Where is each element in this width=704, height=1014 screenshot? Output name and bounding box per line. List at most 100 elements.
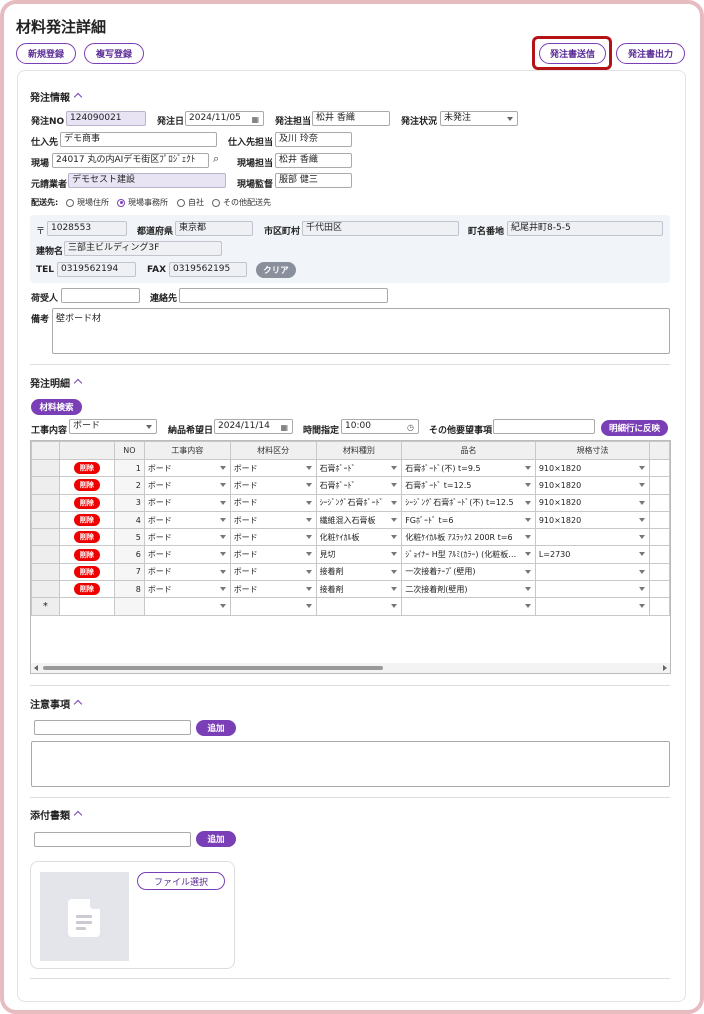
radio-site-address[interactable]: 現場住所	[66, 197, 109, 208]
work-cell[interactable]: ボード	[143, 510, 231, 530]
tel-field[interactable]: 0319562194	[57, 262, 136, 277]
column-header[interactable]: 品名	[401, 441, 536, 460]
name-cell[interactable]: ｼｰｼﾞﾝｸﾞ石膏ﾎﾞｰﾄﾞ(不) t=12.5	[401, 493, 536, 512]
work-cell[interactable]: ボード	[143, 476, 231, 495]
delete-button[interactable]: 削除	[73, 531, 100, 544]
calendar-icon[interactable]: ▦	[251, 113, 259, 125]
row-header[interactable]	[31, 545, 60, 564]
category-cell[interactable]: ボード	[229, 476, 317, 495]
category-cell[interactable]: ボード	[229, 562, 317, 582]
clear-button[interactable]: クリア	[256, 262, 296, 278]
size-cell[interactable]: 910×1820	[534, 510, 651, 530]
name-cell[interactable]: FGﾎﾞｰﾄﾞ t=6	[401, 510, 536, 530]
work-cell[interactable]: ボード	[143, 545, 231, 564]
type-cell[interactable]: 接着剤	[315, 562, 403, 582]
scrollbar-thumb[interactable]	[43, 666, 383, 670]
delete-button[interactable]: 削除	[73, 462, 100, 475]
delete-button[interactable]: 削除	[73, 514, 100, 527]
attachments-add-button[interactable]: 追加	[196, 831, 236, 847]
row-header[interactable]	[31, 493, 60, 512]
size-cell[interactable]: L=2730	[534, 545, 651, 564]
street-field[interactable]: 紀尾井町8-5-5	[507, 221, 663, 236]
status-select[interactable]: 未発注	[440, 111, 518, 126]
notes-textarea[interactable]	[31, 741, 670, 787]
category-cell[interactable]: ボード	[229, 545, 317, 564]
name-cell[interactable]: 二次接着剤(壁用)	[401, 580, 536, 599]
other-field[interactable]	[493, 419, 595, 434]
contractor-field[interactable]: デモセスト建設	[68, 173, 226, 188]
type-cell[interactable]	[315, 597, 403, 616]
name-cell[interactable]: 石膏ﾎﾞｰﾄﾞ t=12.5	[401, 476, 536, 495]
delete-button[interactable]: 削除	[73, 565, 100, 578]
search-icon[interactable]: ⌕	[213, 152, 219, 166]
size-cell[interactable]	[534, 597, 651, 616]
radio-site-office[interactable]: 現場事務所	[117, 197, 168, 208]
city-field[interactable]: 千代田区	[302, 221, 459, 236]
delete-button[interactable]: 削除	[73, 479, 100, 492]
site-field[interactable]: 24017 丸の内AIデモ街区ﾌﾟﾛｼﾞｪｸﾄ	[52, 153, 209, 168]
row-header[interactable]	[31, 476, 60, 495]
receiver-field[interactable]	[61, 288, 140, 303]
reflect-rows-button[interactable]: 明細行に反映	[601, 420, 668, 436]
scroll-right-icon[interactable]	[663, 665, 667, 671]
delete-button[interactable]: 削除	[73, 548, 100, 561]
contact-field[interactable]	[179, 288, 388, 303]
file-select-button[interactable]: ファイル選択	[137, 872, 225, 890]
supplier-field[interactable]: デモ商事	[60, 132, 217, 147]
name-cell[interactable]	[401, 597, 536, 616]
new-row-marker[interactable]: *	[31, 597, 60, 616]
column-header[interactable]: 材料区分	[229, 441, 317, 460]
category-cell[interactable]: ボード	[229, 493, 317, 512]
calendar-icon[interactable]: ▦	[280, 421, 288, 433]
pref-field[interactable]: 東京都	[175, 221, 253, 236]
remarks-textarea[interactable]: 壁ボード材	[52, 308, 670, 354]
type-cell[interactable]: 見切	[315, 545, 403, 564]
notes-header[interactable]: 注意事項	[30, 696, 83, 711]
clock-icon[interactable]: ◷	[407, 421, 414, 433]
name-cell[interactable]: 化粧ｹｲｶﾙ板 ｱｽﾗｯｸｽ 200R t=6	[401, 528, 536, 547]
staff-field[interactable]: 松井 香織	[312, 111, 390, 126]
size-cell[interactable]	[534, 528, 651, 547]
fax-field[interactable]: 0319562195	[169, 262, 247, 277]
attachments-header[interactable]: 添付書類	[30, 807, 83, 822]
delete-button[interactable]: 削除	[73, 496, 100, 509]
print-order-button[interactable]: 発注書出力	[616, 43, 685, 64]
work-cell[interactable]: ボード	[143, 528, 231, 547]
category-cell[interactable]: ボード	[229, 458, 317, 478]
copy-button[interactable]: 複写登録	[84, 43, 144, 64]
row-header[interactable]	[31, 458, 60, 478]
column-header[interactable]: NO	[114, 441, 145, 460]
row-header[interactable]	[31, 562, 60, 582]
type-cell[interactable]: 石膏ﾎﾞｰﾄﾞ	[315, 458, 403, 478]
material-search-button[interactable]: 材料検索	[31, 399, 82, 415]
category-cell[interactable]	[229, 597, 317, 616]
type-cell[interactable]: 石膏ﾎﾞｰﾄﾞ	[315, 476, 403, 495]
scroll-left-icon[interactable]	[34, 665, 38, 671]
column-header[interactable]: 規格寸法	[534, 441, 651, 460]
work-cell[interactable]: ボード	[143, 493, 231, 512]
work-cell[interactable]: ボード	[143, 458, 231, 478]
radio-other[interactable]: その他配送先	[212, 197, 271, 208]
notes-add-button[interactable]: 追加	[196, 720, 236, 736]
new-button[interactable]: 新規登録	[16, 43, 76, 64]
size-cell[interactable]: 910×1820	[534, 476, 651, 495]
site-staff-field[interactable]: 松井 香織	[275, 153, 352, 168]
order-date-field[interactable]: 2024/11/05 ▦	[185, 111, 264, 126]
name-cell[interactable]: 一次接着ﾃｰﾌﾟ(壁用)	[401, 562, 536, 582]
size-cell[interactable]	[534, 562, 651, 582]
category-cell[interactable]: ボード	[229, 580, 317, 599]
name-cell[interactable]: 石膏ﾎﾞｰﾄﾞ(不) t=9.5	[401, 458, 536, 478]
type-cell[interactable]: ｼｰｼﾞﾝｸﾞ石膏ﾎﾞｰﾄﾞ	[315, 493, 403, 512]
order-no-field[interactable]: 124090021	[66, 111, 146, 126]
type-cell[interactable]: 繊維混入石膏板	[315, 510, 403, 530]
size-cell[interactable]: 910×1820	[534, 458, 651, 478]
horizontal-scrollbar[interactable]	[31, 663, 670, 673]
supplier-staff-field[interactable]: 及川 玲奈	[275, 132, 352, 147]
work-select[interactable]: ボード	[69, 419, 157, 434]
time-field[interactable]: 10:00 ◷	[341, 419, 419, 434]
work-cell[interactable]: ボード	[143, 562, 231, 582]
name-cell[interactable]: ｼﾞｮｲﾅｰ H型 ｱﾙﾐ(ｶﾗｰ) (化粧板…	[401, 545, 536, 564]
category-cell[interactable]: ボード	[229, 510, 317, 530]
radio-own-company[interactable]: 自社	[177, 197, 204, 208]
size-cell[interactable]	[534, 580, 651, 599]
